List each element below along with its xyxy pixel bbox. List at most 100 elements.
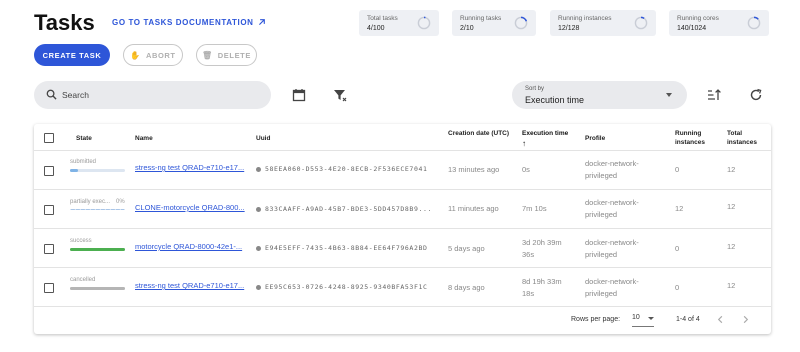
task-name-link[interactable]: stress-ng test QRAD-e710-e17... [135, 163, 244, 172]
doc-link-label: GO TO TASKS DOCUMENTATION [112, 18, 254, 27]
uuid-cell: EE95C653-0726-4248-8925-9340BFA53F1C [256, 283, 427, 291]
filter-icon[interactable] [333, 88, 347, 102]
row-checkbox[interactable] [44, 205, 54, 215]
row-checkbox[interactable] [44, 283, 54, 293]
total-instances-cell: 12 [727, 242, 736, 251]
delete-button[interactable]: 🗑 DELETE [196, 44, 257, 66]
execution-time-cell-line1: 8d 19h 33m [522, 277, 562, 286]
trash-icon: 🗑 [202, 50, 213, 60]
stat-value: 4/100 [367, 25, 385, 32]
task-name-link[interactable]: stress-ng test QRAD-e710-e17... [135, 281, 244, 290]
execution-time-cell: 0s [522, 165, 530, 174]
search-input[interactable]: Search [34, 81, 271, 109]
running-instances-cell: 0 [675, 244, 680, 253]
profile-cell-line2: privileged [585, 171, 618, 180]
uuid-cell: 58EEA060-D553-4E20-8ECB-2F536ECE7041 [256, 165, 427, 173]
copy-icon[interactable] [256, 284, 261, 290]
abort-button[interactable]: ✋ ABORT [123, 44, 183, 66]
external-link-icon [259, 19, 266, 25]
column-header-running-instances[interactable]: Running instances [675, 129, 713, 147]
uuid-text: EE95C653-0726-4248-8925-9340BFA53F1C [265, 283, 428, 291]
stat-running-instances: Running instances 12/128 [550, 10, 656, 36]
running-instances-cell: 0 [675, 283, 680, 292]
total-instances-cell: 12 [727, 281, 736, 290]
column-header-profile[interactable]: Profile [585, 134, 605, 143]
delete-label: DELETE [217, 50, 251, 60]
search-placeholder: Search [62, 90, 89, 100]
profile-cell-line2: privileged [585, 289, 618, 298]
stat-value: 12/128 [558, 25, 580, 32]
uuid-text: 833CAAFF-A9AD-45B7-BDE3-5DD457D8B9... [265, 205, 432, 213]
copy-icon[interactable] [256, 166, 261, 172]
table-row[interactable]: cancelled stress-ng test QRAD-e710-e17..… [34, 267, 771, 307]
rows-per-page-label: Rows per page: [571, 316, 621, 323]
table-row[interactable]: success motorcycle QRAD-8000-42e1-... E9… [34, 228, 771, 268]
column-header-name[interactable]: Name [135, 134, 153, 143]
created-cell: 5 days ago [448, 244, 485, 253]
state-progress-bar [70, 248, 125, 251]
execution-time-cell-line2: 36s [522, 250, 535, 259]
task-name-link[interactable]: CLONE-motorcycle QRAD-800... [135, 203, 245, 212]
profile-cell-line1: docker-network- [585, 238, 639, 247]
state-label: partially exec... [70, 199, 111, 205]
select-all-checkbox[interactable] [44, 133, 54, 143]
created-cell: 13 minutes ago [448, 165, 500, 174]
chevron-left-icon[interactable] [716, 315, 725, 324]
state-progress-track [70, 209, 125, 210]
created-cell: 8 days ago [448, 283, 485, 292]
sort-direction-icon[interactable] [707, 88, 721, 102]
task-name-link[interactable]: motorcycle QRAD-8000-42e1-... [135, 242, 242, 251]
state-progress-track [70, 169, 125, 172]
column-header-state[interactable]: State [76, 134, 92, 143]
state-label: success [70, 238, 92, 244]
refresh-icon[interactable] [749, 88, 763, 102]
stat-label: Running cores [677, 15, 719, 22]
profile-cell-line2: privileged [585, 210, 618, 219]
running-instances-cell: 12 [675, 204, 684, 213]
column-header-total-instances[interactable]: Total instances [727, 129, 765, 147]
profile-cell-line2: privileged [585, 250, 618, 259]
state-percent: 0% [116, 199, 125, 205]
stat-value: 140/1024 [677, 25, 707, 32]
progress-ring-icon [634, 16, 648, 30]
page-title: Tasks [34, 10, 95, 35]
uuid-cell: E94E5EFF-7435-4B63-8B84-EE64F796A2BD [256, 244, 427, 252]
uuid-cell: 833CAAFF-A9AD-45B7-BDE3-5DD457D8B9... [256, 205, 432, 213]
state-progress-bar [70, 169, 79, 172]
pagination-range: 1-4 of 4 [676, 316, 700, 323]
table-row[interactable]: partially exec... 0% CLONE-motorcycle QR… [34, 189, 771, 229]
stat-label: Total tasks [367, 15, 398, 22]
stat-running-tasks: Running tasks 2/10 [452, 10, 536, 36]
column-header-uuid[interactable]: Uuid [256, 134, 270, 143]
state-progress-bar [70, 287, 125, 290]
profile-cell-line1: docker-network- [585, 198, 639, 207]
create-task-button[interactable]: CREATE TASK [34, 44, 110, 66]
state-label: cancelled [70, 277, 96, 283]
hand-icon: ✋ [130, 50, 141, 60]
rows-per-page-select[interactable]: 10 [632, 314, 654, 327]
table-row[interactable]: submitted stress-ng test QRAD-e710-e17..… [34, 150, 771, 190]
sort-value: Execution time [525, 95, 585, 105]
copy-icon[interactable] [256, 206, 261, 212]
chevron-right-icon[interactable] [741, 315, 750, 324]
column-header-execution-time[interactable]: Execution time [522, 129, 568, 138]
stat-value: 2/10 [460, 25, 474, 32]
copy-icon[interactable] [256, 245, 261, 251]
profile-cell-line1: docker-network- [585, 277, 639, 286]
stat-running-cores: Running cores 140/1024 [669, 10, 769, 36]
sort-label: Sort by [525, 86, 545, 92]
stat-total-tasks: Total tasks 4/100 [359, 10, 439, 36]
row-checkbox[interactable] [44, 244, 54, 254]
tasks-documentation-link[interactable]: GO TO TASKS DOCUMENTATION [112, 18, 266, 27]
calendar-icon[interactable] [292, 88, 306, 102]
tasks-table: State Name Uuid Creation date (UTC) Exec… [34, 124, 771, 334]
sort-by-select[interactable]: Sort by Execution time [512, 81, 687, 109]
column-header-creation-date[interactable]: Creation date (UTC) [448, 129, 509, 138]
progress-ring-icon [514, 16, 528, 30]
stat-label: Running tasks [460, 15, 502, 22]
execution-time-cell-line2: 18s [522, 289, 535, 298]
created-cell: 11 minutes ago [448, 204, 499, 213]
total-instances-cell: 12 [727, 165, 736, 174]
chevron-down-icon [648, 317, 654, 320]
row-checkbox[interactable] [44, 166, 54, 176]
